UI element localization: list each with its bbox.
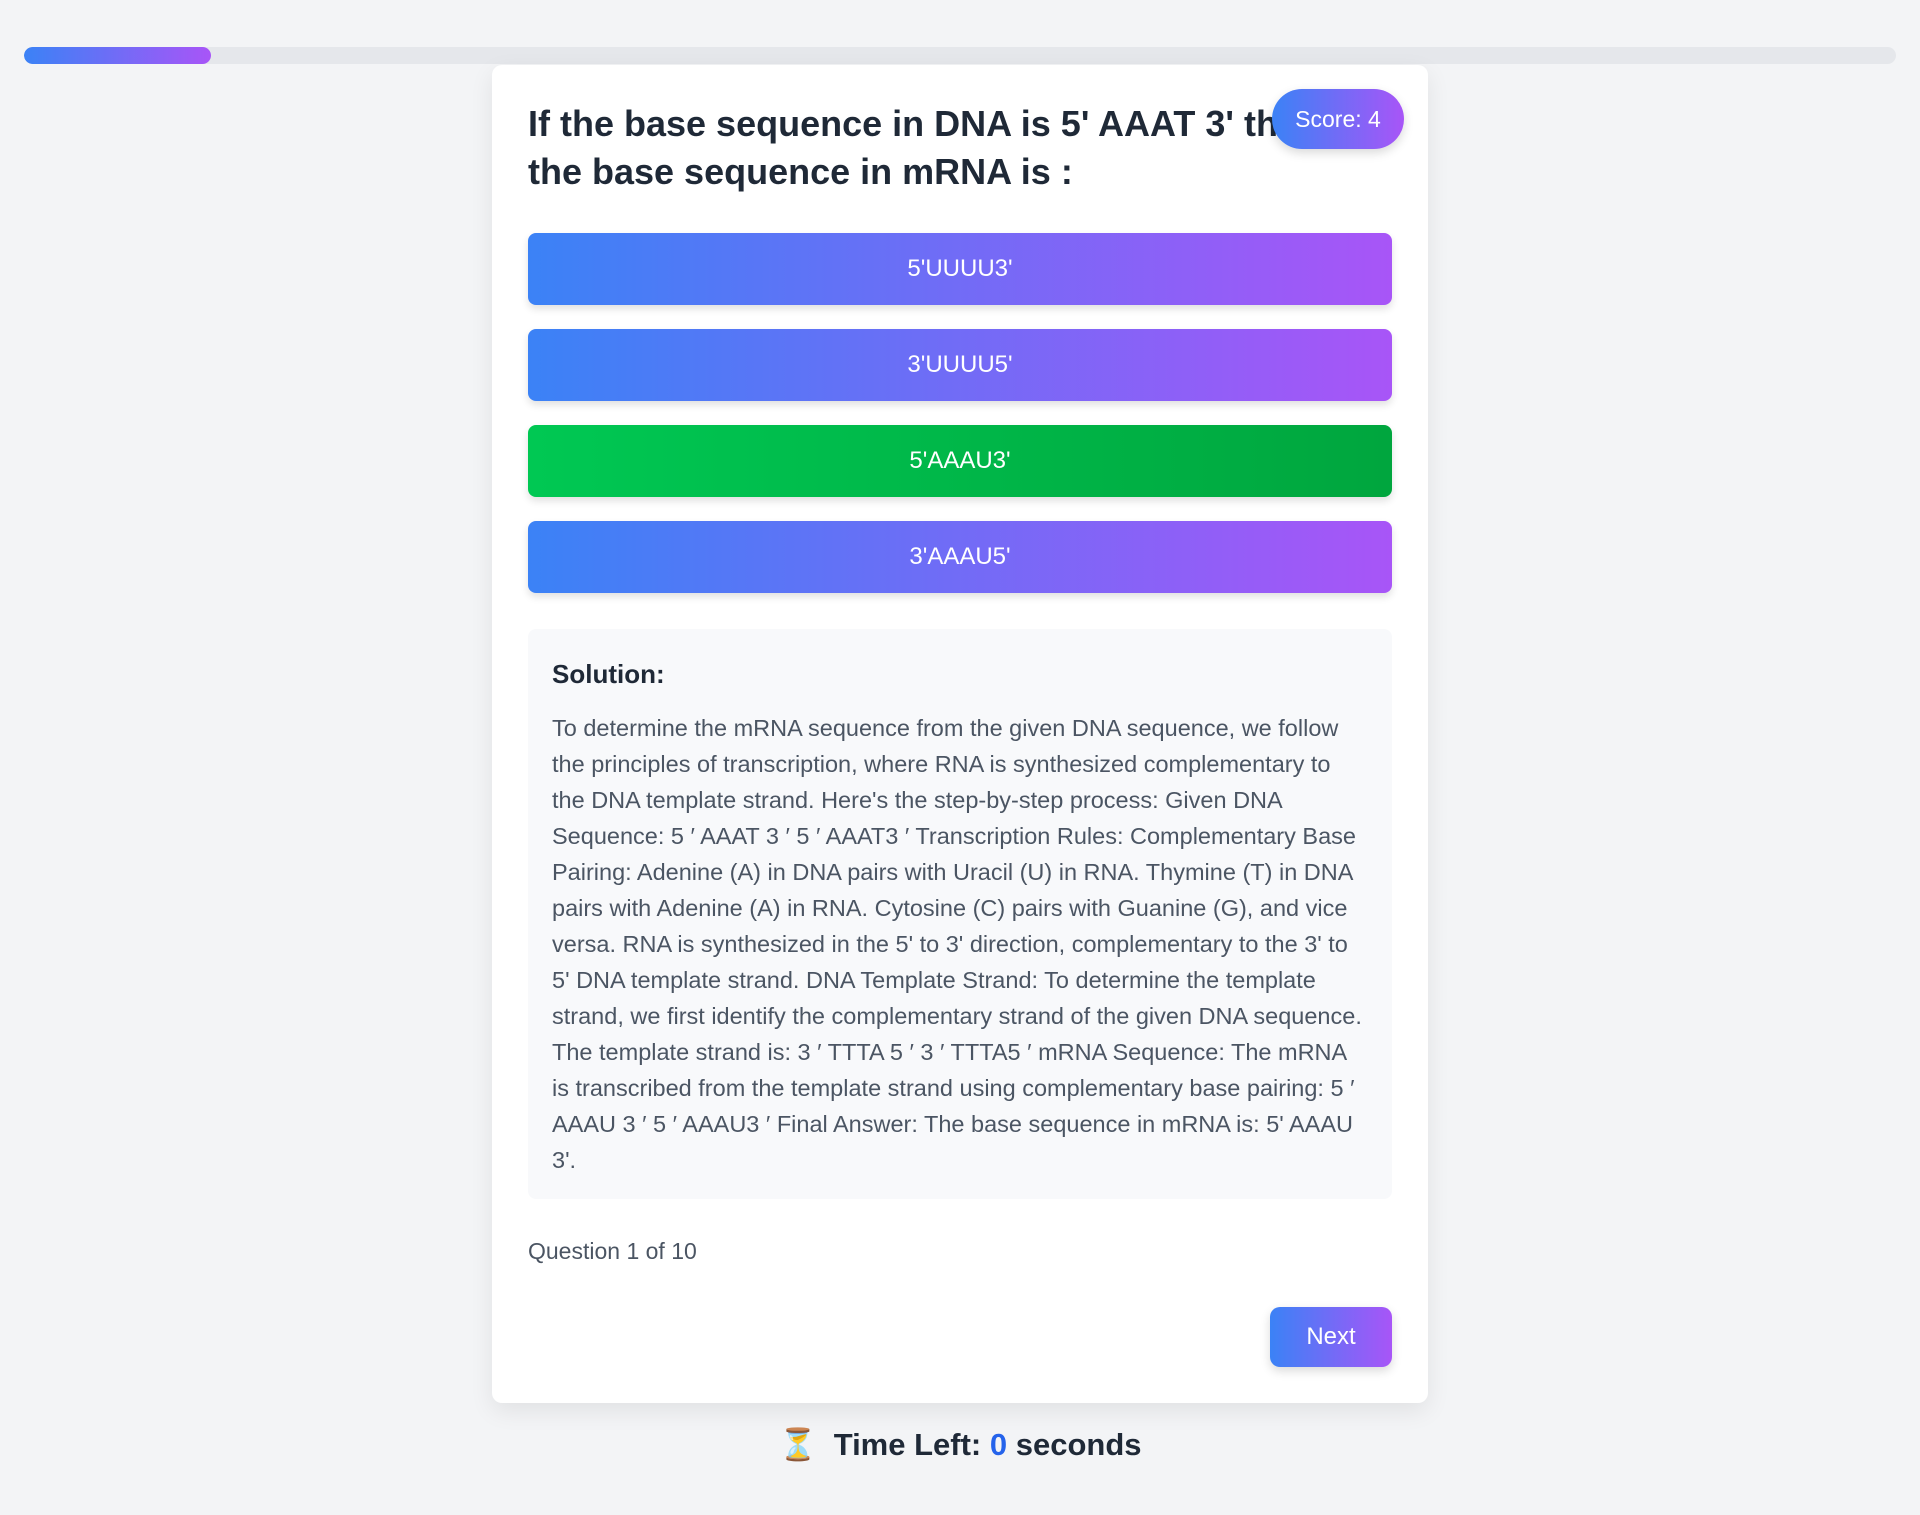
timer-unit: seconds [1015, 1427, 1142, 1462]
option-1-button[interactable]: 5'UUUU3' [528, 233, 1392, 305]
timer-value: 0 [989, 1427, 1008, 1462]
solution-title: Solution: [552, 659, 665, 689]
option-3-button[interactable]: 5'AAAU3' [528, 425, 1392, 497]
timer-label: Time Left: [833, 1427, 982, 1462]
question-counter: Question 1 of 10 [528, 1238, 697, 1264]
option-4-button[interactable]: 3'AAAU5' [528, 521, 1392, 593]
option-2-button[interactable]: 3'UUUU5' [528, 329, 1392, 401]
solution-text: To determine the mRNA sequence from the … [552, 715, 1362, 1173]
score-badge: Score: 4 [1272, 89, 1404, 149]
solution-panel: Solution: To determine the mRNA sequence… [528, 629, 1392, 1199]
question-text: If the base sequence in DNA is 5' AAAT 3… [528, 103, 1320, 192]
hourglass-icon: ⏳ [778, 1427, 818, 1462]
progress-bar [24, 47, 1896, 64]
progress-bar-fill [24, 47, 212, 64]
timer: ⏳ Time Left: 0 seconds [0, 1426, 1920, 1463]
next-button[interactable]: Next [1270, 1307, 1392, 1367]
